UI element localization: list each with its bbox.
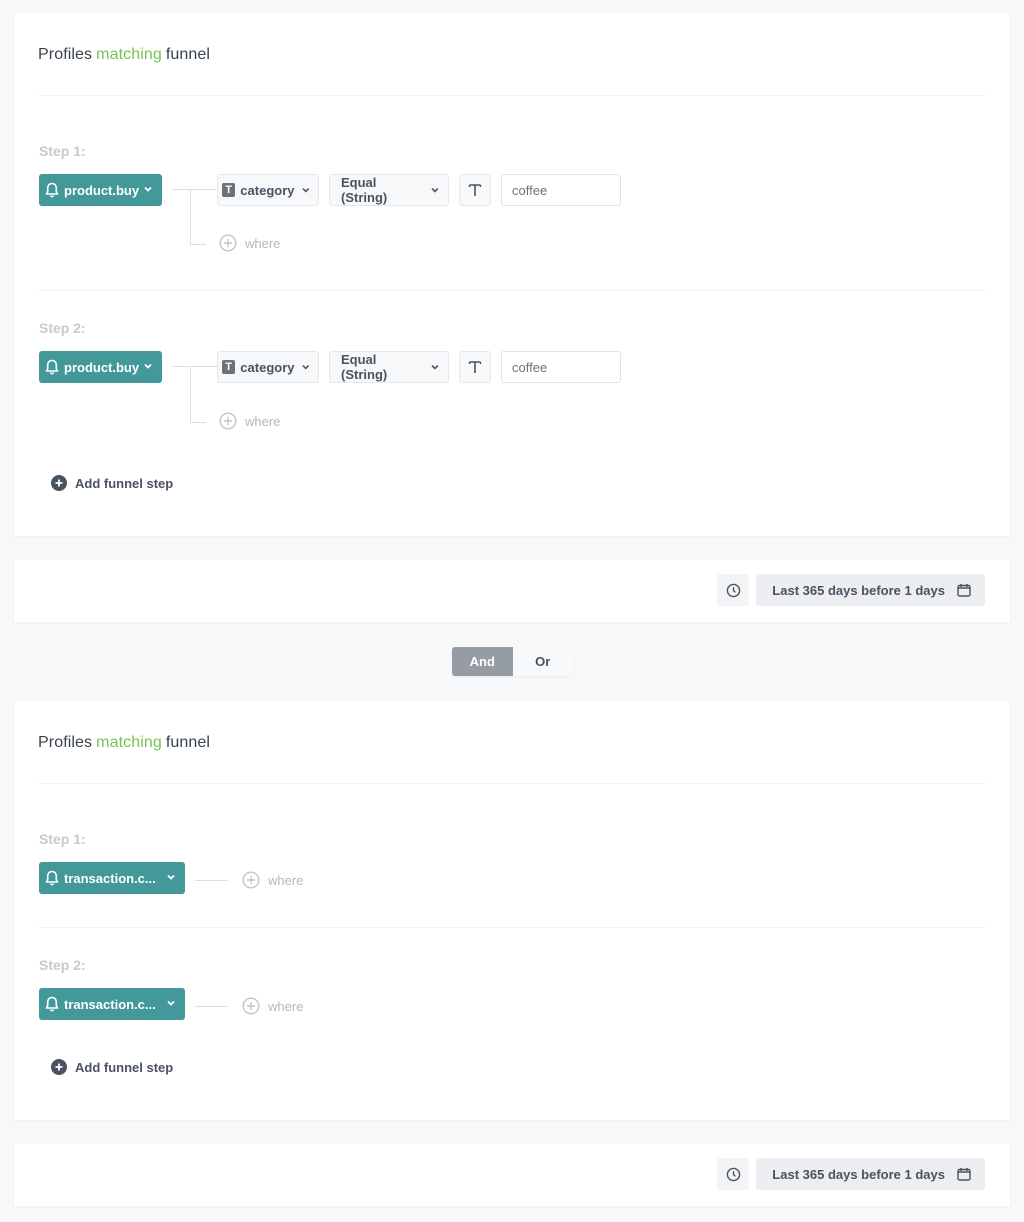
event-select-button[interactable]: product.buy [39,174,162,206]
add-where-button[interactable]: where [242,997,303,1015]
clock-icon [726,583,740,597]
connector-line [172,366,218,367]
value-input[interactable] [501,351,621,383]
connector-line [190,366,191,422]
connector-line [190,189,191,244]
connector-line [195,1006,228,1007]
title-suffix: funnel [165,734,211,751]
where-label: where [268,872,304,888]
plus-circle-filled-icon [51,475,67,491]
plus-circle-icon [219,412,237,430]
chevron-down-icon [431,364,439,370]
operator-label: Equal (String) [341,175,388,205]
step-label: Step 1: [39,143,86,159]
date-range-label: Last 365 days before 1 days [772,582,945,598]
event-name: product.buy [64,182,140,198]
step-label: Step 2: [39,320,86,336]
title-highlight: matching [96,46,162,63]
funnel-title: Profiles matching funnel [38,46,210,64]
time-range-card-2: Last 365 days before 1 days [14,1144,1010,1206]
divider [39,927,985,928]
date-range-button[interactable]: Last 365 days before 1 days [756,574,985,606]
clock-icon [726,1167,740,1181]
funnel-title: Profiles matching funnel [38,734,210,752]
operator-select[interactable]: Equal (String) [329,351,449,383]
title-suffix: funnel [165,46,211,63]
chevron-down-icon [167,1000,175,1006]
step-label: Step 1: [39,831,86,847]
operator-label: Equal (String) [341,352,388,382]
plus-circle-icon [242,997,260,1015]
chevron-down-icon [301,188,309,193]
bell-icon [45,359,59,375]
connector-line [190,244,206,245]
chevron-down-icon [431,187,439,193]
calendar-icon [957,584,971,597]
param-select[interactable]: T category [217,351,319,383]
plus-circle-filled-icon [51,1059,67,1075]
funnel-card-2: Profiles matching funnel Step 1: transacti… [14,701,1010,1120]
where-label: where [245,235,281,251]
bell-icon [45,870,59,886]
time-mode-button[interactable] [717,1158,749,1190]
chevron-down-icon [167,874,175,880]
divider [39,290,985,291]
time-mode-button[interactable] [717,574,749,606]
where-label: where [245,413,281,429]
text-type-icon: T [222,183,236,197]
value-type-button[interactable] [459,174,491,206]
toggle-or[interactable]: Or [512,647,573,676]
add-where-button[interactable]: where [219,234,280,252]
text-type-icon: T [222,360,236,374]
divider [39,783,985,784]
toggle-and[interactable]: And [452,647,513,676]
operator-select[interactable]: Equal (String) [329,174,449,206]
event-name: product.buy [64,359,140,375]
text-type-icon [468,184,482,196]
connector-line [195,880,228,881]
value-type-button[interactable] [459,351,491,383]
bell-icon [45,996,59,1012]
where-label: where [268,998,304,1014]
date-range-button[interactable]: Last 365 days before 1 days [756,1158,985,1190]
title-prefix: Profiles [38,734,93,751]
add-where-button[interactable]: where [242,871,303,889]
chevron-down-icon [301,365,309,370]
param-name: category [240,359,295,375]
divider [39,95,985,96]
value-input[interactable] [501,174,621,206]
event-select-button[interactable]: transaction.c... [39,862,185,894]
time-range-card-1: Last 365 days before 1 days [14,560,1010,622]
plus-circle-icon [242,871,260,889]
add-funnel-step-button[interactable]: Add funnel step [51,1059,173,1075]
connector-line [190,422,206,423]
event-name: transaction.c... [64,996,156,1012]
chevron-down-icon [144,186,152,192]
date-range-label: Last 365 days before 1 days [772,1166,945,1182]
title-highlight: matching [96,734,162,751]
bell-icon [45,182,59,198]
plus-circle-icon [219,234,237,252]
calendar-icon [957,1168,971,1181]
step-label: Step 2: [39,957,86,973]
event-select-button[interactable]: product.buy [39,351,162,383]
funnel-card-1: Profiles matching funnel Step 1: product.b… [14,13,1010,536]
param-select[interactable]: T category [217,174,319,206]
logic-toggle: And Or [452,647,573,676]
add-where-button[interactable]: where [219,412,280,430]
add-funnel-step-button[interactable]: Add funnel step [51,475,173,491]
add-step-label: Add funnel step [75,475,174,491]
event-select-button[interactable]: transaction.c... [39,988,185,1020]
text-type-icon [468,361,482,373]
add-step-label: Add funnel step [75,1059,174,1075]
event-name: transaction.c... [64,870,156,886]
param-name: category [240,182,295,198]
title-prefix: Profiles [38,46,93,63]
chevron-down-icon [144,363,152,369]
connector-line [172,189,218,190]
